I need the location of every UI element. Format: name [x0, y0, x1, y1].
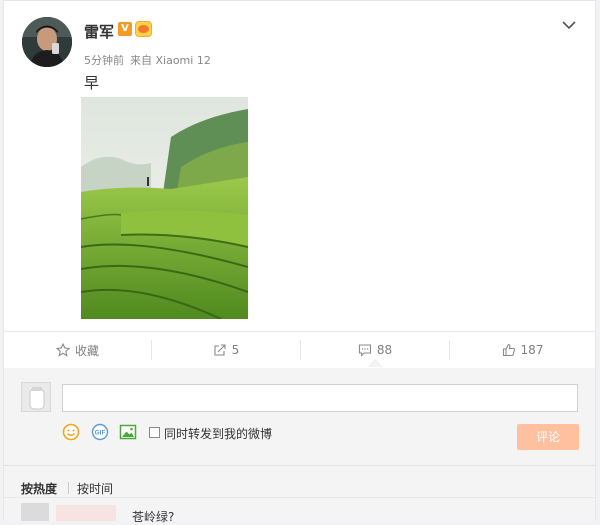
post-meta: 5分钟前 来自 Xiaomi 12 [84, 52, 211, 68]
divider [4, 465, 595, 466]
favorite-button[interactable]: 收藏 [4, 332, 151, 368]
submit-comment-button[interactable]: 评论 [517, 424, 579, 450]
comment-count: 88 [376, 343, 393, 357]
username[interactable]: 雷军 [84, 21, 114, 42]
repost-count: 5 [231, 343, 240, 357]
post-source: 来自 Xiaomi 12 [130, 54, 211, 67]
post-time[interactable]: 5分钟前 [84, 54, 124, 67]
weibo-post-card: 雷军 V 5分钟前 来自 Xiaomi 12 早 收藏 5 88 187 GIF… [3, 0, 596, 524]
like-count: 187 [520, 343, 544, 357]
sort-by-hot-tab[interactable]: 按热度 [21, 480, 57, 497]
emoji-icon[interactable] [62, 423, 80, 441]
user-avatar[interactable] [22, 17, 72, 67]
divider [4, 497, 595, 498]
verified-icon: V [118, 22, 132, 36]
repost-checkbox[interactable] [149, 427, 160, 438]
thumbs-up-icon [502, 343, 515, 357]
post-text: 早 [84, 74, 100, 92]
comment-area: GIF 同时转发到我的微博 评论 按热度 按时间 苍岭绿? [4, 368, 595, 524]
repost-icon [214, 344, 226, 356]
chevron-down-icon[interactable] [561, 17, 577, 33]
comment-input[interactable] [62, 384, 578, 412]
action-bar: 收藏 5 88 187 [4, 331, 595, 369]
comment-pointer [368, 359, 382, 367]
gif-label: GIF [95, 430, 106, 437]
like-button[interactable]: 187 [450, 332, 595, 368]
post-image[interactable] [81, 97, 248, 319]
image-icon[interactable] [119, 423, 137, 441]
commenter-name[interactable] [56, 505, 116, 521]
star-icon [55, 343, 70, 357]
repost-button[interactable]: 5 [152, 332, 300, 368]
crown-icon [135, 21, 152, 37]
sort-divider [68, 482, 69, 494]
commenter-avatar[interactable] [21, 503, 49, 521]
repost-checkbox-label[interactable]: 同时转发到我的微博 [164, 425, 272, 442]
comment-text: 苍岭绿? [132, 510, 175, 524]
comment-icon [358, 344, 371, 357]
my-avatar [21, 382, 51, 412]
gif-icon[interactable]: GIF [91, 423, 109, 441]
favorite-label: 收藏 [74, 343, 99, 358]
sort-by-time-tab[interactable]: 按时间 [77, 480, 113, 497]
